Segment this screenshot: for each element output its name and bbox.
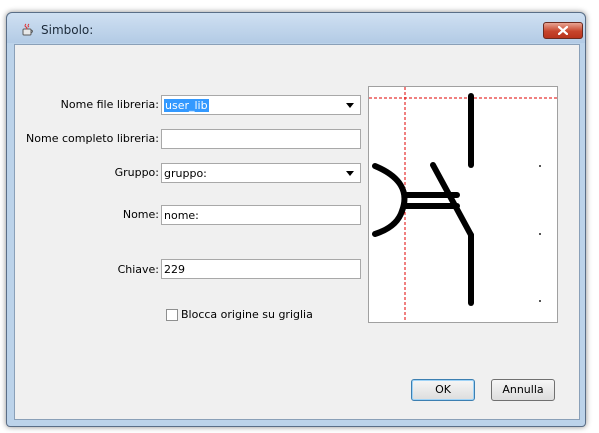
symbol-preview[interactable] [368, 86, 558, 323]
chevron-down-icon[interactable] [346, 171, 354, 176]
name-value: nome: [164, 209, 199, 222]
component-symbol [372, 93, 474, 306]
group-value: gruppo: [164, 167, 207, 180]
library-full-name-label: Nome completo libreria: [26, 132, 159, 145]
lock-origin-label[interactable]: Blocca origine su griglia [181, 308, 313, 321]
symbol-drawing [369, 87, 557, 322]
chevron-down-icon[interactable] [346, 103, 354, 108]
close-button[interactable] [543, 22, 583, 39]
key-label: Chiave: [117, 263, 159, 276]
library-file-combo[interactable]: user_lib [161, 95, 361, 115]
java-cup-icon [22, 23, 33, 36]
dialog-window: Simbolo: Nome file libreria: user_lib No… [6, 12, 586, 427]
library-file-value: user_lib [164, 99, 209, 112]
key-value: 229 [164, 263, 185, 276]
title-bar[interactable]: Simbolo: [7, 13, 585, 43]
dialog-content: Nome file libreria: user_lib Nome comple… [14, 44, 580, 420]
name-field[interactable]: nome: [161, 205, 361, 225]
ok-button[interactable]: OK [411, 379, 475, 401]
library-full-name-field[interactable] [161, 129, 361, 149]
window-title: Simbolo: [41, 23, 94, 37]
lock-origin-checkbox[interactable] [166, 309, 178, 321]
key-field[interactable]: 229 [161, 259, 361, 279]
name-label: Nome: [122, 208, 159, 221]
group-combo[interactable]: gruppo: [161, 163, 361, 183]
cancel-button[interactable]: Annulla [491, 379, 555, 401]
group-label: Gruppo: [114, 166, 159, 179]
library-file-label: Nome file libreria: [60, 98, 159, 111]
close-icon [558, 26, 568, 35]
